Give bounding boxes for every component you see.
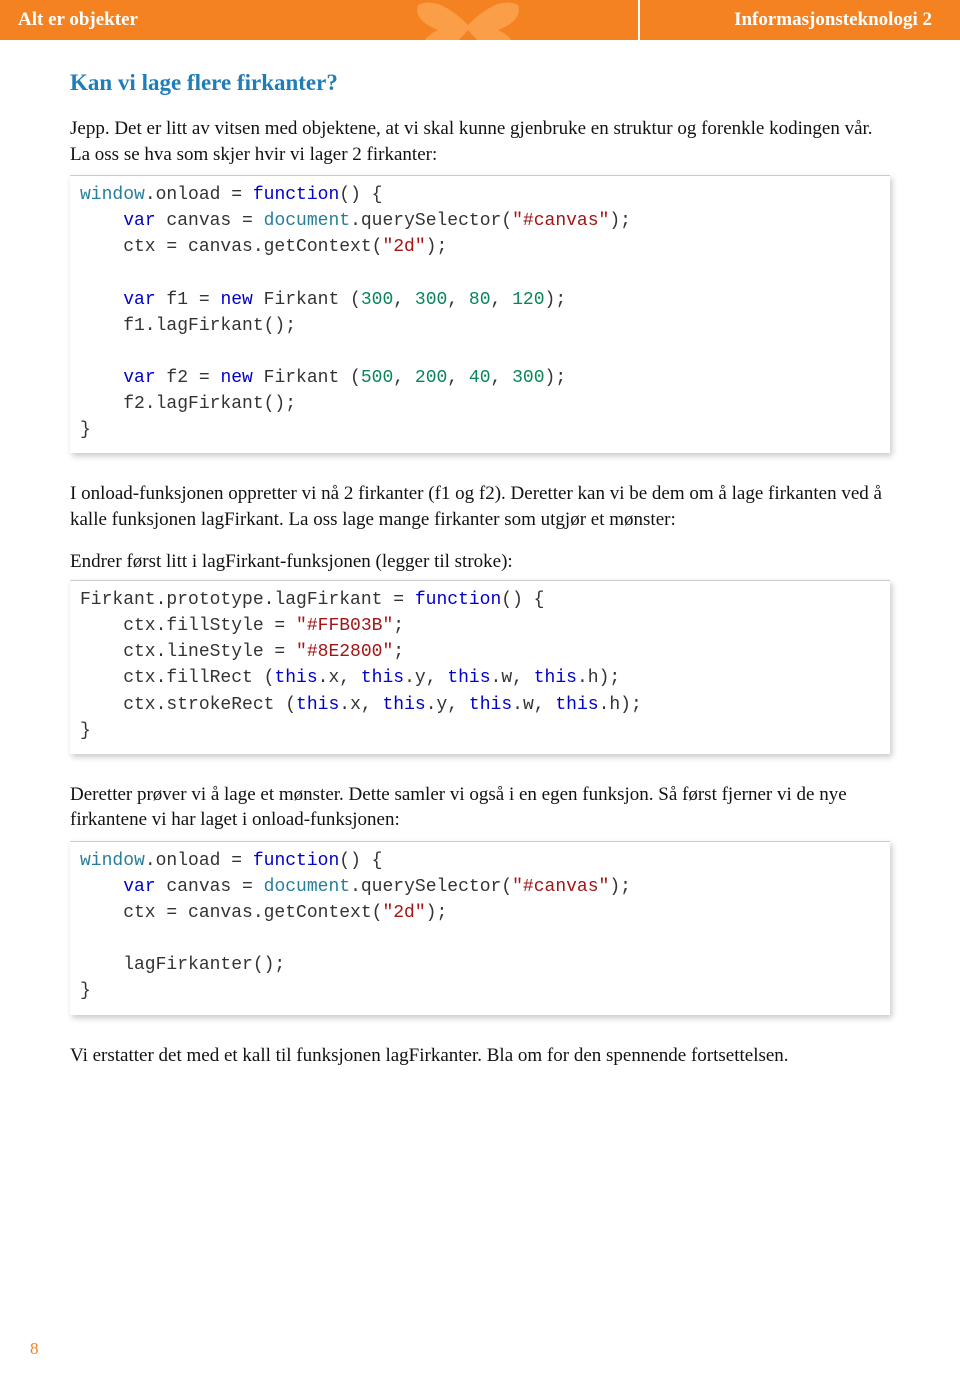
code-block-2: Firkant.prototype.lagFirkant = function(… <box>70 580 890 754</box>
paragraph-1: Jepp. Det er litt av vitsen med objekten… <box>70 116 890 167</box>
code-block-3: window.onload = function() { var canvas … <box>70 841 890 1015</box>
paragraph-4: Deretter prøver vi å lage et mønster. De… <box>70 782 890 833</box>
paragraph-2: I onload-funksjonen oppretter vi nå 2 fi… <box>70 481 890 532</box>
page-number: 8 <box>30 1339 39 1359</box>
header-divider <box>638 0 640 40</box>
code-block-1: window.onload = function() { var canvas … <box>70 175 890 453</box>
header-right-title: Informasjonsteknologi 2 <box>734 9 932 31</box>
paragraph-5: Vi erstatter det med et kall til funksjo… <box>70 1043 890 1069</box>
section-title: Kan vi lage flere firkanter? <box>70 70 890 96</box>
page-content: Kan vi lage flere firkanter? Jepp. Det e… <box>0 40 960 1068</box>
butterfly-decoration <box>408 0 528 40</box>
paragraph-3: Endrer først litt i lagFirkant-funksjone… <box>70 549 890 575</box>
header-left-title: Alt er objekter <box>18 9 138 31</box>
page-header: Alt er objekter Informasjonsteknologi 2 <box>0 0 960 40</box>
